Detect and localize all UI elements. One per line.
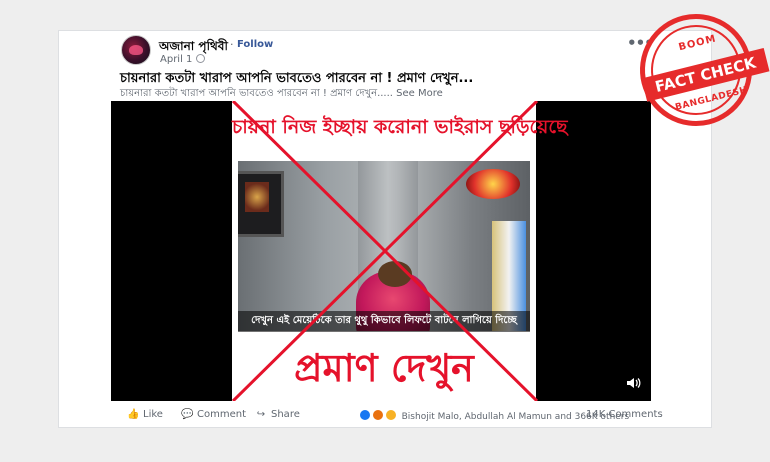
comment-label: Comment xyxy=(197,409,246,420)
share-button[interactable]: ↪ Share xyxy=(255,409,300,420)
angry-reaction-icon xyxy=(371,409,384,421)
volume-icon[interactable] xyxy=(625,375,641,391)
comment-icon: 💬 xyxy=(181,409,194,420)
channel-logo xyxy=(466,169,520,199)
share-icon: ↪ xyxy=(256,409,266,420)
comments-count[interactable]: 14K Comments xyxy=(586,409,663,420)
follow-button[interactable]: Follow xyxy=(237,39,273,50)
post-text-content: চায়নারা কতটা খারাপ আপনি ভাবতেও পারবেন ন… xyxy=(120,88,393,99)
person-hair xyxy=(378,261,412,287)
stamp-inner-ring: BOOM FACT CHECK BANGLADESH xyxy=(641,15,770,125)
post-date-text: April 1 xyxy=(160,54,193,65)
video-player[interactable]: চায়না নিজ ইচ্ছায় করোনা ভাইরাস ছড়িয়েছ… xyxy=(111,101,651,401)
like-reaction-icon xyxy=(359,409,371,421)
facebook-post-card: অজানা পৃথিবী · Follow April 1 ••• চায়না… xyxy=(58,30,712,428)
video-thumbnail: চায়না নিজ ইচ্ছায় করোনা ভাইরাস ছড়িয়েছ… xyxy=(232,101,568,401)
separator-dot: · xyxy=(230,38,234,51)
comment-button[interactable]: 💬 Comment xyxy=(181,409,246,420)
like-button[interactable]: 👍 Like xyxy=(127,409,163,420)
like-label: Like xyxy=(143,409,163,420)
like-icon: 👍 xyxy=(127,409,140,420)
post-date[interactable]: April 1 xyxy=(160,54,206,65)
see-more-link[interactable]: See More xyxy=(396,88,443,99)
page-avatar[interactable] xyxy=(121,35,151,65)
video-caption-bottom: প্রমাণ দেখুন xyxy=(294,346,474,390)
globe-icon xyxy=(196,54,206,63)
sad-reaction-icon xyxy=(384,409,397,421)
elevator-scene xyxy=(238,161,530,331)
video-caption-top: চায়না নিজ ইচ্ছায় করোনা ভাইরাস ছড়িয়েছ… xyxy=(232,116,568,138)
share-label: Share xyxy=(271,409,300,420)
video-caption-middle: দেখুন এই মেয়েটিকে তার থুথু কিভাবে লিফটে… xyxy=(238,311,530,332)
elevator-poster xyxy=(238,171,284,237)
